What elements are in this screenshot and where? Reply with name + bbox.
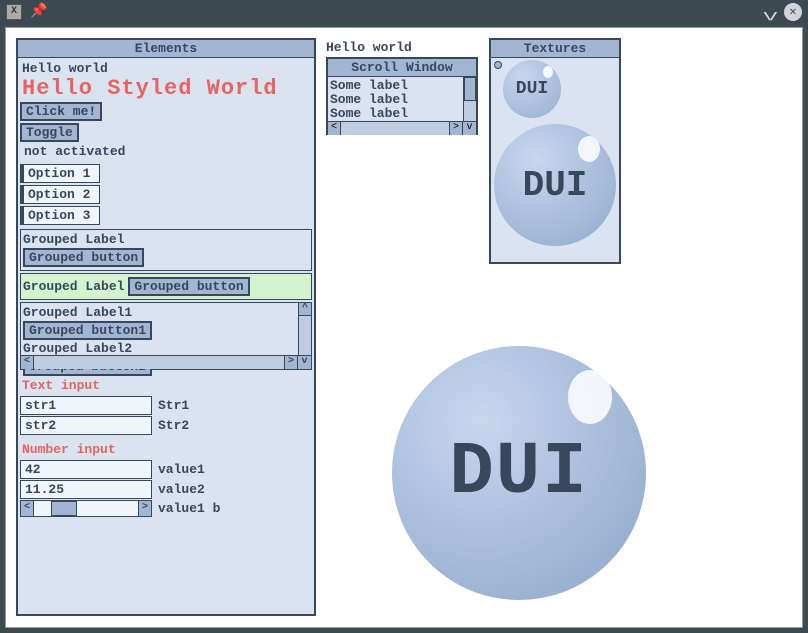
- scroll-corner-icon[interactable]: v: [297, 356, 311, 369]
- group-vscroll[interactable]: ^: [298, 303, 311, 355]
- textures-panel-title: Textures: [491, 40, 619, 58]
- click-me-button[interactable]: Click me!: [20, 102, 102, 121]
- hello-world-label: Hello world: [326, 40, 412, 55]
- text-input-2[interactable]: str2: [20, 416, 152, 435]
- scroll-group-button-1[interactable]: Grouped button1: [23, 321, 152, 340]
- textures-panel: Textures DUI .bubble[data-name="texture-…: [489, 38, 621, 264]
- close-icon[interactable]: ✕: [784, 3, 802, 21]
- scroll-item-3: Some label: [330, 107, 474, 121]
- texture-large: DUI .bubble[data-name="texture-large"]::…: [392, 346, 646, 600]
- elements-panel: Elements Hello world Hello Styled World …: [16, 38, 316, 616]
- slider-right-icon[interactable]: >: [138, 501, 151, 516]
- option-2[interactable]: Option 2: [20, 185, 100, 204]
- group-2-button[interactable]: Grouped button: [128, 277, 249, 296]
- scrollwin-vthumb[interactable]: [464, 77, 476, 101]
- slider-label: value1 b: [158, 501, 220, 516]
- text-input-1-label: Str1: [158, 398, 189, 413]
- app-icon: X: [6, 4, 22, 20]
- hello-label: Hello world: [20, 61, 312, 76]
- group-hscroll[interactable]: < > v: [21, 355, 311, 369]
- number-input-1[interactable]: 42: [20, 460, 152, 479]
- number-input-2[interactable]: 11.25: [20, 480, 152, 499]
- text-input-1[interactable]: str1: [20, 396, 152, 415]
- elements-panel-title: Elements: [18, 40, 314, 58]
- titlebar: X 📌 ^ ✕: [0, 0, 808, 23]
- number-input-2-label: value2: [158, 482, 205, 497]
- scroll-up-icon[interactable]: ^: [299, 303, 311, 316]
- scroll-right-icon[interactable]: >: [284, 356, 297, 369]
- app-window: Elements Hello world Hello Styled World …: [5, 27, 803, 628]
- scroll-item-1: Some label: [330, 79, 474, 93]
- scroll-item-2: Some label: [330, 93, 474, 107]
- scroll-group-label-2: Grouped Label2: [23, 341, 309, 356]
- styled-hello-label: Hello Styled World: [20, 76, 312, 101]
- scroll-left-icon[interactable]: <: [21, 356, 34, 369]
- group-1-button[interactable]: Grouped button: [23, 248, 144, 267]
- scroll-group: Grouped Label1 Grouped button1 Grouped L…: [20, 302, 312, 370]
- scroll-window-panel: Scroll Window Some label Some label Some…: [326, 57, 478, 135]
- text-input-2-label: Str2: [158, 418, 189, 433]
- scrollwin-left-icon[interactable]: <: [328, 122, 341, 135]
- slider-left-icon[interactable]: <: [21, 501, 34, 516]
- option-3[interactable]: Option 3: [20, 206, 100, 225]
- scrollwin-vscroll[interactable]: [463, 77, 476, 121]
- toggle-button[interactable]: Toggle: [20, 123, 79, 142]
- scrollwin-right-icon[interactable]: >: [449, 122, 462, 135]
- scrollwin-hscroll[interactable]: < > v: [328, 121, 476, 135]
- group-1-label: Grouped Label: [23, 232, 309, 247]
- number-input-heading: Number input: [20, 436, 312, 459]
- group-box-2: Grouped Label Grouped button: [20, 273, 312, 300]
- minimize-icon[interactable]: ^: [762, 2, 779, 22]
- small-bubble-icon: [494, 61, 502, 69]
- scroll-window-title: Scroll Window: [328, 59, 476, 77]
- pin-icon[interactable]: 📌: [30, 3, 47, 20]
- slider-input[interactable]: < >: [20, 500, 152, 517]
- scrollwin-corner-icon[interactable]: v: [462, 122, 476, 135]
- scroll-group-label-1: Grouped Label1: [23, 305, 309, 320]
- slider-thumb[interactable]: [51, 501, 77, 516]
- texture-medium: DUI .bubble[data-name="texture-medium"]:…: [494, 124, 616, 246]
- toggle-state-label: not activated: [20, 143, 312, 160]
- group-2-label: Grouped Label: [23, 279, 124, 294]
- number-input-1-label: value1: [158, 462, 205, 477]
- option-1[interactable]: Option 1: [20, 164, 100, 183]
- texture-small: DUI .bubble[data-name="texture-small"]::…: [503, 60, 561, 118]
- group-box-1: Grouped Label Grouped button: [20, 229, 312, 271]
